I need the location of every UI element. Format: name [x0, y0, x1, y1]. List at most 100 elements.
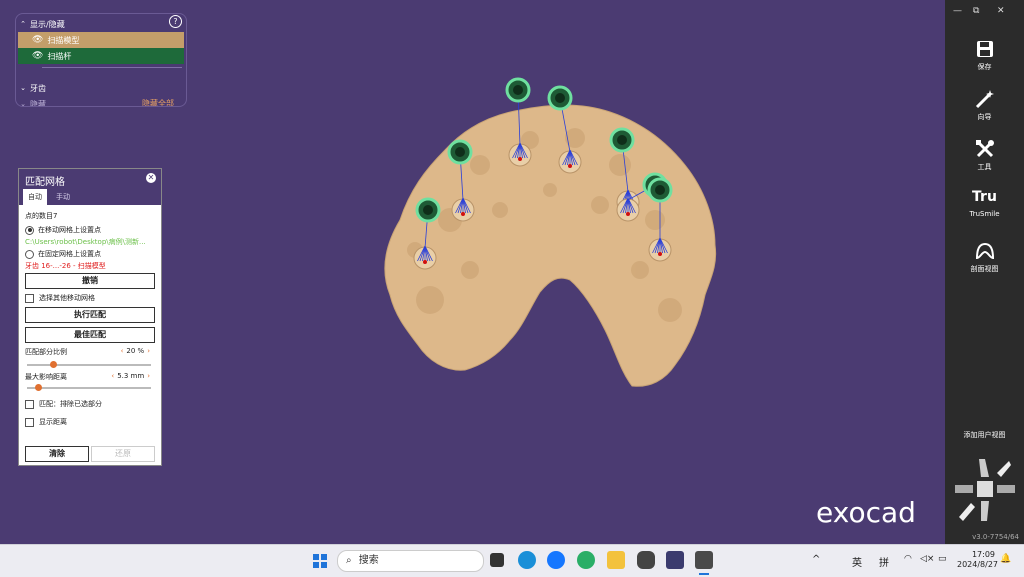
task-view-icon[interactable]	[490, 553, 504, 567]
hide-all-link[interactable]: 隐藏全部	[142, 98, 174, 106]
section-view-button[interactable]: 剖面视图	[945, 240, 1024, 274]
clock-date: 2024/8/27	[957, 560, 999, 569]
view-cube-navigator[interactable]	[953, 455, 1017, 525]
select-other-mesh-checkbox[interactable]: 选择其他移动网格	[25, 293, 95, 303]
chevron-right-icon[interactable]: ›	[147, 347, 150, 355]
scan-body-hole	[617, 135, 627, 145]
execute-match-button[interactable]: 执行匹配	[25, 307, 155, 323]
point-count: 点的数目7	[25, 212, 58, 220]
add-user-view-button[interactable]: 添加用户视图	[945, 430, 1024, 440]
chevron-down-icon: ⌄	[20, 100, 26, 106]
scan-body-hole	[555, 93, 565, 103]
save-button[interactable]: 保存	[945, 38, 1024, 72]
trusmile-label: TruSmile	[969, 210, 1000, 218]
taskbar-search[interactable]: ⌕ 搜索	[337, 550, 484, 572]
visibility-item-label: 扫描杆	[47, 51, 72, 61]
taskbar: ⌕ 搜索 ^ 英 拼 ◠ ◁× ▭ 17:09 2024/8/27 🔔	[0, 544, 1024, 577]
fixed-mesh-info: 牙齿 16-...-26 - 扫描模型	[25, 262, 106, 270]
notification-bell-icon[interactable]: 🔔	[1000, 554, 1011, 564]
restore-button[interactable]: 还原	[91, 446, 155, 462]
edge-browser-icon[interactable]	[518, 551, 536, 569]
scan-body-hole	[423, 205, 433, 215]
exocad-cad-icon[interactable]	[695, 551, 713, 569]
max-distance-row: 最大影响距离 ‹ 5.3 mm ›	[25, 372, 153, 382]
radio-selected[interactable]	[25, 225, 34, 235]
clock-time: 17:09	[971, 550, 995, 559]
search-placeholder: 搜索	[358, 555, 379, 566]
windows-start-icon[interactable]	[313, 554, 327, 568]
dental-scan-model[interactable]	[370, 70, 730, 390]
battery-icon[interactable]: ▭	[938, 554, 947, 564]
slider-handle[interactable]	[35, 384, 43, 391]
trusmile-button[interactable]: Tru TruSmile	[945, 186, 1024, 218]
show-distance-checkbox[interactable]: 显示距离	[25, 417, 67, 427]
wizard-button[interactable]: 向导	[945, 88, 1024, 122]
max-distance-slider[interactable]	[27, 384, 151, 391]
match-ratio-row: 匹配部分比例 ‹ 20 % ›	[25, 347, 153, 357]
undo-button[interactable]: 撤销	[25, 273, 155, 289]
chevron-right-icon[interactable]: ›	[147, 372, 150, 380]
app-icon-blue[interactable]	[547, 551, 565, 569]
save-label: 保存	[977, 63, 992, 71]
file-explorer-icon[interactable]	[607, 551, 625, 569]
exocad-app-icon[interactable]	[666, 551, 684, 569]
ime-language[interactable]: 英	[852, 554, 862, 569]
tab-auto[interactable]: 自动	[23, 189, 47, 205]
chevron-left-icon[interactable]: ‹	[111, 372, 114, 380]
radio-unselected[interactable]	[25, 249, 34, 259]
help-icon[interactable]: ?	[169, 15, 182, 28]
wifi-icon[interactable]: ◠	[904, 554, 912, 564]
checkbox[interactable]	[25, 399, 34, 409]
scan-body-hole	[655, 185, 665, 195]
section-view-label: 剖面视图	[970, 265, 999, 273]
restore-window-button[interactable]: ⧉	[973, 6, 979, 16]
match-point[interactable]	[658, 252, 662, 256]
best-match-button[interactable]: 最佳匹配	[25, 327, 155, 343]
checkbox[interactable]	[25, 293, 34, 303]
visibility-header[interactable]: ⌃ 显示/隐藏	[16, 16, 184, 32]
tools-icon	[945, 138, 1024, 160]
checkbox-label: 显示距离	[39, 418, 67, 426]
trusmile-icon: Tru	[945, 186, 1024, 208]
ime-mode[interactable]: 拼	[879, 554, 889, 569]
radio-fixed-mesh[interactable]: 在固定网格上设置点	[25, 249, 101, 259]
wizard-label: 向导	[977, 113, 992, 121]
radio-moving-label: 在移动网格上设置点	[38, 226, 101, 234]
match-point[interactable]	[568, 164, 572, 168]
match-point[interactable]	[423, 260, 427, 264]
close-icon[interactable]: ✕	[146, 173, 156, 183]
exocad-logo: exocad	[816, 496, 916, 529]
app-icon-dark[interactable]	[637, 551, 655, 569]
exclude-selected-checkbox[interactable]: 匹配：排除已选部分	[25, 399, 102, 409]
clear-button[interactable]: 清除	[25, 446, 89, 462]
checkbox[interactable]	[25, 417, 34, 427]
volume-muted-icon[interactable]: ◁×	[920, 554, 934, 564]
radio-moving-mesh[interactable]: 在移动网格上设置点	[25, 225, 101, 235]
chevron-left-icon[interactable]: ‹	[121, 347, 124, 355]
visibility-group-teeth[interactable]: ⌄ 牙齿	[16, 80, 184, 96]
wechat-icon[interactable]	[577, 551, 595, 569]
visibility-item-scan-model[interactable]: 👁 扫描模型	[18, 32, 184, 48]
moving-mesh-path: C:\Users\robot\Desktop\病例\测新...	[25, 238, 146, 246]
visibility-group-label: 牙齿	[30, 83, 46, 93]
right-sidebar: — ⧉ ✕ 保存 向导 工具 Tru TruSmile 剖面视图 添加用户视图	[945, 0, 1024, 544]
match-panel-title: 匹配网格	[25, 177, 65, 188]
slider-handle[interactable]	[50, 361, 58, 368]
tab-manual[interactable]: 手动	[51, 189, 75, 205]
match-ratio-slider[interactable]	[27, 361, 151, 368]
eye-icon[interactable]: 👁	[32, 51, 43, 61]
match-point[interactable]	[626, 212, 630, 216]
match-point[interactable]	[518, 157, 522, 161]
max-distance-label: 最大影响距离	[25, 373, 67, 381]
eye-icon[interactable]: 👁	[32, 35, 43, 45]
match-mesh-panel: 匹配网格 ✕ 自动 手动 点的数目7 在移动网格上设置点 C:\Users\ro…	[18, 168, 162, 466]
radio-fixed-label: 在固定网格上设置点	[38, 250, 101, 258]
system-clock[interactable]: 17:09 2024/8/27	[957, 550, 999, 570]
tools-button[interactable]: 工具	[945, 138, 1024, 172]
close-window-button[interactable]: ✕	[997, 6, 1005, 16]
tray-expand-icon[interactable]: ^	[812, 554, 820, 565]
minimize-button[interactable]: —	[953, 6, 962, 16]
match-point[interactable]	[461, 212, 465, 216]
visibility-item-scan-body[interactable]: 👁 扫描杆	[18, 48, 184, 64]
chevron-up-icon: ⌃	[20, 20, 26, 28]
